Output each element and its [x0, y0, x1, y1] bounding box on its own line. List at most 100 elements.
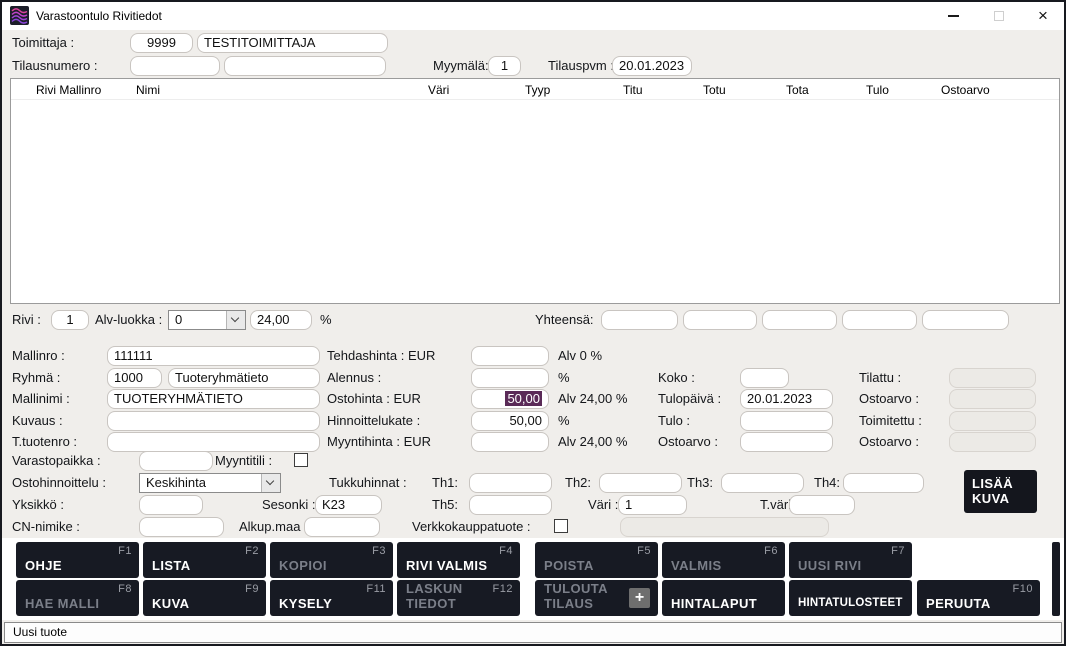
cn-nimike-field[interactable]	[139, 517, 224, 537]
valmis-button[interactable]: VALMIS F6	[662, 542, 785, 578]
fkey-label: F1	[118, 545, 132, 557]
tehdashinta-field[interactable]	[471, 346, 549, 366]
hinnoittelukate-field[interactable]: 50,00	[471, 411, 549, 431]
kuva-button[interactable]: KUVA F9	[143, 580, 266, 616]
yhteensa-field-2[interactable]	[683, 310, 757, 330]
close-button[interactable]: ×	[1026, 2, 1060, 30]
hinnoittelukate-label: Hinnoittelukate :	[327, 411, 420, 431]
uusi-rivi-button[interactable]: UUSI RIVI F7	[789, 542, 912, 578]
rivi-field[interactable]: 1	[51, 310, 89, 330]
ostohinta-suffix: Alv 24,00 %	[558, 389, 627, 409]
alkup-maa-label: Alkup.maa :	[239, 517, 308, 537]
tehdashinta-label: Tehdashinta : EUR	[327, 346, 435, 366]
fkey-label: F8	[118, 583, 132, 595]
tulo-field[interactable]	[740, 411, 833, 431]
status-bar: Uusi tuote	[4, 622, 1062, 643]
mallinro-field[interactable]: 111111	[107, 346, 320, 366]
column-header-vari[interactable]: Väri	[428, 83, 449, 97]
th5-field[interactable]	[469, 495, 552, 515]
tilauspvm-field[interactable]: 20.01.2023	[612, 56, 692, 76]
tulouta-tilaus-button[interactable]: TULOUTA TILAUS +	[535, 580, 658, 616]
plus-icon[interactable]: +	[629, 588, 650, 608]
yhteensa-field-4[interactable]	[842, 310, 917, 330]
lisaa-kuva-label-line2: KUVA	[972, 491, 1037, 506]
lisaa-kuva-button[interactable]: LISÄÄ KUVA	[964, 470, 1037, 513]
th1-field[interactable]	[469, 473, 552, 493]
kuvaus-field[interactable]	[107, 411, 320, 431]
koko-field[interactable]	[740, 368, 789, 388]
chevron-down-icon[interactable]	[261, 474, 280, 492]
column-header-titu[interactable]: Titu	[623, 83, 643, 97]
chevron-down-icon[interactable]	[226, 311, 245, 329]
toimittaja-name-field[interactable]: TESTITOIMITTAJA	[197, 33, 388, 53]
kopioi-button[interactable]: KOPIOI F3	[270, 542, 393, 578]
hae-malli-button[interactable]: HAE MALLI F8	[16, 580, 139, 616]
minimize-button[interactable]	[936, 2, 970, 30]
myymala-label: Myymälä:	[433, 56, 489, 76]
peruuta-button[interactable]: PERUUTA F10	[917, 580, 1040, 616]
toimitettu-field[interactable]	[949, 411, 1036, 431]
alv-percent-field[interactable]: 24,00	[250, 310, 312, 330]
poista-button[interactable]: POISTA F5	[535, 542, 658, 578]
order-lines-table[interactable]: Rivi Mallinro Nimi Väri Tyyp Titu Totu T…	[10, 78, 1060, 304]
app-logo-icon	[10, 6, 29, 25]
maximize-icon	[994, 11, 1004, 21]
yksikko-field[interactable]	[139, 495, 203, 515]
column-header-tota[interactable]: Tota	[786, 83, 809, 97]
th1-label: Th1:	[432, 473, 458, 493]
ohje-button[interactable]: OHJE F1	[16, 542, 139, 578]
toimitettu-ostoarvo-field[interactable]	[949, 432, 1036, 452]
column-header-tyyp[interactable]: Tyyp	[525, 83, 550, 97]
kysely-button[interactable]: KYSELY F11	[270, 580, 393, 616]
ostohinta-field[interactable]: 50,00	[471, 389, 549, 409]
t-tuotenro-field[interactable]	[107, 432, 320, 452]
th4-field[interactable]	[843, 473, 924, 493]
ostoarvo-field[interactable]	[740, 432, 833, 452]
th3-field[interactable]	[721, 473, 804, 493]
column-header-tulo[interactable]: Tulo	[866, 83, 889, 97]
column-header-totu[interactable]: Totu	[703, 83, 726, 97]
tilausnumero-field-1[interactable]	[130, 56, 220, 76]
yhteensa-field-3[interactable]	[762, 310, 837, 330]
th2-field[interactable]	[599, 473, 682, 493]
column-header-ostoarvo[interactable]: Ostoarvo	[941, 83, 990, 97]
ostohinnoittelu-select[interactable]: Keskihinta	[139, 473, 281, 493]
button-label: KOPIOI	[279, 558, 327, 573]
rivi-valmis-button[interactable]: RIVI VALMIS F4	[397, 542, 520, 578]
yhteensa-field-5[interactable]	[922, 310, 1009, 330]
tulopaiva-field[interactable]: 20.01.2023	[740, 389, 833, 409]
hintalaput-button[interactable]: HINTALAPUT	[662, 580, 785, 616]
hintatulosteet-button[interactable]: HINTATULOSTEET	[789, 580, 912, 616]
alv-luokka-select[interactable]: 0	[168, 310, 246, 330]
yhteensa-field-1[interactable]	[601, 310, 678, 330]
tilausnumero-field-2[interactable]	[224, 56, 386, 76]
t-vari-field[interactable]	[789, 495, 855, 515]
ostohinnoittelu-label: Ostohinnoittelu :	[12, 473, 106, 493]
varastopaikka-field[interactable]	[139, 451, 213, 471]
maximize-button[interactable]	[982, 2, 1016, 30]
alkup-maa-field[interactable]	[304, 517, 380, 537]
tilattu-ostoarvo-field[interactable]	[949, 389, 1036, 409]
toimittaja-code-field[interactable]: 9999	[130, 33, 193, 53]
tilattu-field[interactable]	[949, 368, 1036, 388]
sesonki-field[interactable]: K23	[315, 495, 382, 515]
ryhma-name-field[interactable]: Tuoteryhmätieto	[168, 368, 320, 388]
myymala-field[interactable]: 1	[488, 56, 521, 76]
laskun-tiedot-button[interactable]: LASKUN TIEDOT F12	[397, 580, 520, 616]
alennus-field[interactable]	[471, 368, 549, 388]
verkkokauppatuote-checkbox[interactable]	[554, 519, 568, 533]
mallinimi-field[interactable]: TUOTERYHMÄTIETO	[107, 389, 320, 409]
fkey-label: F2	[245, 545, 259, 557]
column-header-nimi[interactable]: Nimi	[136, 83, 160, 97]
lista-button[interactable]: LISTA F2	[143, 542, 266, 578]
vari-field[interactable]: 1	[618, 495, 687, 515]
myyntihinta-field[interactable]	[471, 432, 549, 452]
ryhma-code-field[interactable]: 1000	[107, 368, 162, 388]
verkkokauppatuote-extra-field[interactable]	[620, 517, 829, 537]
column-header-rivi-mallinro[interactable]: Rivi Mallinro	[36, 83, 101, 97]
th4-label: Th4:	[814, 473, 840, 493]
button-label: LASKUN TIEDOT	[406, 581, 502, 611]
sesonki-label: Sesonki :	[262, 495, 315, 515]
myyntitili-checkbox[interactable]	[294, 453, 308, 467]
fkey-label: F12	[493, 583, 513, 595]
